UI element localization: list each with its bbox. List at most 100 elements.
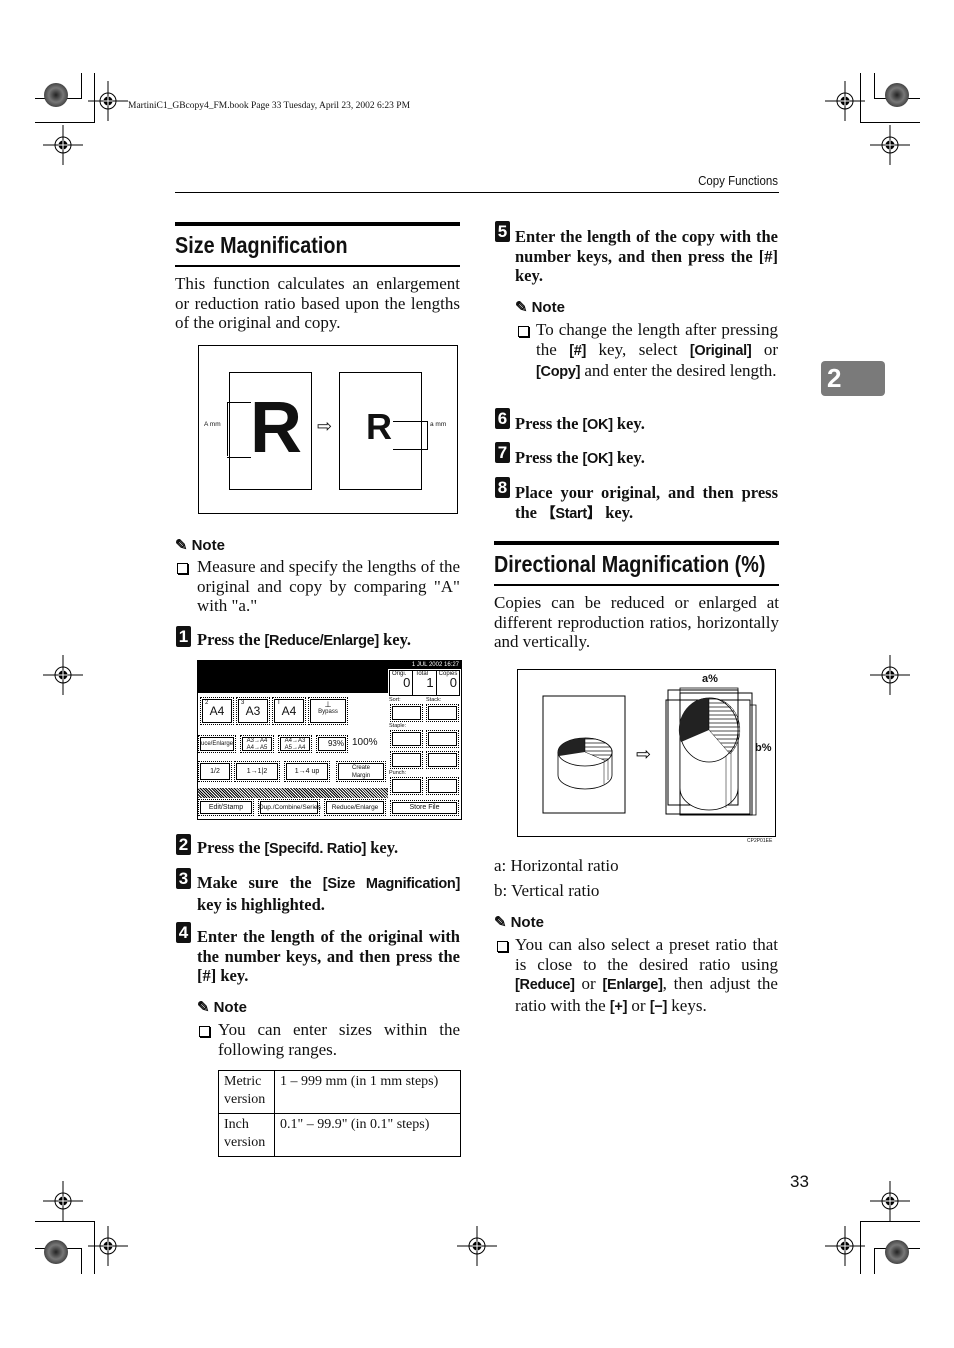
combine-4-button[interactable]: 1→4 up	[284, 761, 330, 782]
staple-top-left-button[interactable]	[390, 730, 423, 748]
registration-targets	[42, 80, 911, 1267]
key-ok: [OK]	[582, 417, 614, 433]
page-number: 33	[790, 1172, 809, 1191]
chapter-tab: 2	[821, 361, 885, 396]
paper-tray-button[interactable]: 3 A3	[236, 697, 270, 725]
tab-strip	[198, 788, 388, 798]
copy-letter: R	[366, 406, 392, 447]
running-head: Copy Functions	[698, 174, 778, 188]
paper-tray-button[interactable]: T A4	[272, 697, 306, 725]
pencil-icon: ✎	[494, 914, 507, 931]
note-item: You can enter sizes within the following…	[218, 1020, 460, 1059]
figure-code: CP2P01EE	[747, 838, 773, 844]
clock-display: 1 JUL 2002 16:27	[388, 661, 461, 669]
key-size-magnification: [Size Magnification]	[322, 876, 461, 892]
section-rule-bottom	[175, 265, 460, 267]
step-number-3: 3	[176, 868, 191, 889]
combine-2-button[interactable]: 1→1|2	[234, 761, 280, 782]
legend-vertical: b: Vertical ratio	[494, 881, 600, 900]
step-5: Enter the length of the copy with the nu…	[515, 227, 778, 286]
sort-label: Sort:	[389, 697, 401, 703]
step-number-2: 2	[176, 834, 191, 855]
message-area	[198, 661, 388, 693]
punch-label: Punch:	[389, 770, 407, 776]
stack-label: Stack:	[426, 697, 442, 703]
original-length-label: A mm	[204, 421, 221, 428]
note-bullet-icon	[497, 941, 508, 952]
key-specifd-ratio: [Specifd. Ratio]	[264, 841, 367, 857]
vertical-ratio-label: b%	[755, 742, 772, 754]
step-3: Make sure the [Size Magnification] key i…	[197, 873, 460, 914]
copier-control-panel: 1 JUL 2002 16:27 Origi. 0 Total 1 Copies…	[197, 660, 462, 820]
tab-reduce-enlarge[interactable]: Reduce/Enlarge	[324, 799, 386, 816]
pencil-icon: ✎	[175, 537, 188, 554]
table-row: Inch version 0.1" – 99.9" (in 0.1" steps…	[218, 1113, 461, 1157]
counter-originals: Origi. 0	[390, 671, 414, 695]
key-copy: [Copy]	[536, 364, 581, 381]
sort-button[interactable]	[390, 704, 423, 722]
key-reduce: [Reduce]	[515, 977, 575, 994]
note-heading: ✎ Note	[494, 913, 544, 932]
step-6: Press the [OK] key.	[515, 414, 645, 433]
step-4: Enter the length of the original with th…	[197, 927, 460, 986]
half-fold-button[interactable]: 1/2	[198, 761, 232, 782]
table-row: Metric version 1 – 999 mm (in 1 mm steps…	[218, 1070, 461, 1114]
counter-copies: Copies 0	[438, 671, 458, 690]
key-plus: [+]	[609, 998, 628, 1015]
key-hash: [#]	[569, 342, 587, 359]
header-rule	[175, 192, 779, 193]
section-rule-top	[494, 541, 779, 545]
pencil-icon: ✎	[197, 999, 210, 1016]
preset-ratio-reduce-button[interactable]: A3→A4 A4→A5	[240, 735, 274, 753]
note-item: Measure and specify the lengths of the o…	[197, 557, 460, 616]
preset-ratio-93-button[interactable]: 93%	[316, 735, 348, 753]
section-title-directional-magnification: Directional Magnification (%)	[494, 551, 766, 577]
note-bullet-icon	[177, 563, 188, 574]
size-magnification-intro: This function calculates an enlargement …	[175, 274, 460, 333]
punch-left-button[interactable]	[390, 777, 423, 795]
copy-length-label: a mm	[430, 421, 447, 428]
key-minus: [−]	[649, 998, 668, 1015]
step-8: Place your original, and then press the …	[515, 483, 778, 522]
step-number-1: 1	[176, 626, 191, 647]
store-file-button[interactable]: Store File	[390, 800, 459, 816]
counter-display: Origi. 0 Total 1 Copies 0	[389, 670, 460, 696]
key-start: 【Start】	[541, 505, 602, 522]
key-reduce-enlarge: [Reduce/Enlarge]	[264, 633, 380, 649]
staple-label: Staple:	[389, 723, 407, 729]
hollow-right-arrow-icon: ⇨	[317, 416, 333, 436]
staple-double-left-button[interactable]	[390, 751, 423, 769]
note-bullet-icon	[199, 1026, 210, 1037]
directional-magnification-figure: ⇨ a% b%	[517, 669, 776, 837]
stack-button[interactable]	[426, 704, 459, 722]
section-rule-top	[175, 222, 460, 226]
reduce-enlarge-button[interactable]: uce/Enlarge	[198, 735, 236, 753]
hollow-right-arrow-icon: ⇨	[636, 744, 651, 764]
note-heading: ✎ Note	[197, 998, 247, 1017]
section-rule-bottom	[494, 584, 779, 586]
staple-double-top-button[interactable]	[426, 751, 459, 769]
step-number-6: 6	[495, 408, 510, 429]
step-7: Press the [OK] key.	[515, 448, 645, 467]
counter-total: Total 1	[413, 671, 437, 695]
step-number-5: 5	[495, 221, 510, 242]
tab-edit-stamp[interactable]: Edit/Stamp	[198, 799, 254, 816]
note-heading: ✎ Note	[515, 298, 565, 317]
key-ok: [OK]	[582, 451, 614, 467]
horizontal-ratio-label: a%	[702, 673, 718, 685]
original-letter: R	[250, 388, 302, 468]
step-1: Press the [Reduce/Enlarge] key.	[197, 630, 412, 649]
paper-tray-button[interactable]: 2 A4	[200, 697, 234, 725]
step-number-4: 4	[176, 922, 191, 943]
bypass-tray-button[interactable]: ⊥ Bypass	[308, 697, 348, 725]
note-bullet-icon	[518, 326, 529, 337]
tab-dup-combine-series[interactable]: Dup./Combine/Series	[258, 799, 321, 816]
note-item: You can also select a preset ratio that …	[515, 935, 778, 1015]
staple-top-right-button[interactable]	[426, 730, 459, 748]
size-ranges-table: Metric version 1 – 999 mm (in 1 mm steps…	[218, 1070, 461, 1157]
preset-ratio-enlarge-button[interactable]: A4→A3 A5→A4	[278, 735, 312, 753]
pencil-icon: ✎	[515, 299, 528, 316]
bypass-icon: ⊥	[324, 700, 332, 709]
punch-top-button[interactable]	[426, 777, 459, 795]
create-margin-button[interactable]: Create Margin	[336, 761, 386, 782]
